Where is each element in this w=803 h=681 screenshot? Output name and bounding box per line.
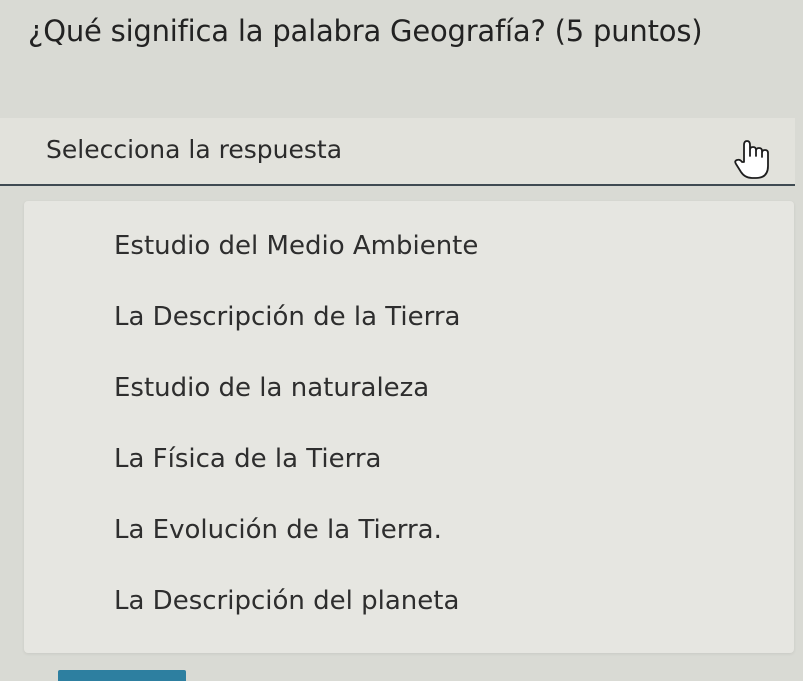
option-descripcion-tierra[interactable]: La Descripción de la Tierra — [114, 302, 460, 332]
bottom-accent-bar — [58, 670, 186, 681]
option-descripcion-planeta[interactable]: La Descripción del planeta — [114, 586, 459, 616]
question-title: ¿Qué significa la palabra Geografía? (5 … — [28, 14, 703, 48]
options-dropdown: Estudio del Medio Ambiente La Descripció… — [24, 201, 794, 653]
answer-select[interactable]: Selecciona la respuesta — [0, 118, 795, 186]
option-fisica-tierra[interactable]: La Física de la Tierra — [114, 444, 381, 474]
hand-pointer-icon — [734, 140, 769, 179]
select-placeholder: Selecciona la respuesta — [46, 135, 343, 164]
option-evolucion-tierra[interactable]: La Evolución de la Tierra. — [114, 515, 442, 545]
option-estudio-naturaleza[interactable]: Estudio de la naturaleza — [114, 373, 429, 403]
option-estudio-medio-ambiente[interactable]: Estudio del Medio Ambiente — [114, 231, 478, 261]
